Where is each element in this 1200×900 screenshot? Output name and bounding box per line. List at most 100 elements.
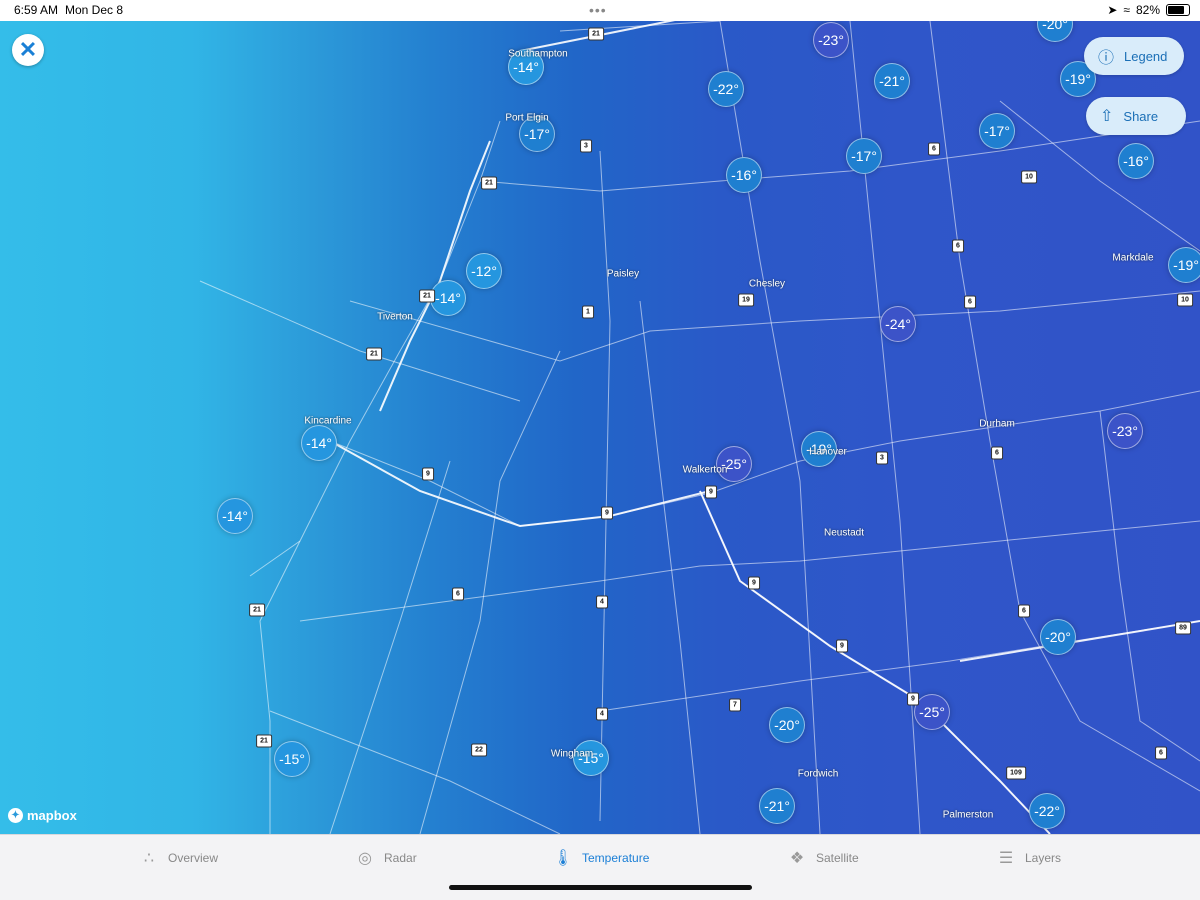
tab-layers[interactable]: ☰ Layers [995, 847, 1061, 869]
temperature-marker[interactable]: -23° [813, 22, 849, 58]
highway-shield: 7 [729, 698, 741, 712]
highway-shield: 21 [366, 347, 382, 361]
close-button[interactable]: ✕ [12, 34, 44, 66]
temperature-marker[interactable]: -20° [1040, 619, 1076, 655]
town-label: Tiverton [377, 311, 413, 323]
highway-shield: 4 [596, 595, 608, 609]
battery-percent: 82% [1135, 3, 1160, 17]
overview-icon: ∴ [143, 850, 155, 867]
layers-icon: ☰ [998, 850, 1014, 867]
highway-shield: 6 [928, 142, 940, 156]
town-label: Walkerton [682, 464, 728, 476]
tab-bar: ∴ Overview ◎ Radar 🌡 Temperature ❖ Satel… [0, 834, 1200, 900]
temperature-map[interactable]: -14° -17° -23° -22° -21° -20° -19° -17° -16° -17°… [0, 21, 1200, 834]
close-icon: ✕ [18, 37, 38, 62]
temperature-marker[interactable]: -20° [769, 707, 805, 743]
highway-shield: 6 [452, 587, 464, 601]
highway-shield: 21 [481, 176, 497, 190]
highway-shield: 4 [596, 707, 608, 721]
town-label: Wingham [550, 748, 594, 760]
mapbox-attribution[interactable]: ✦ mapbox [8, 808, 77, 823]
legend-label: Legend [1124, 48, 1168, 64]
highway-shield: 109 [1006, 766, 1026, 780]
highway-shield: 22 [471, 743, 487, 757]
highway-shield: 9 [422, 467, 434, 481]
tab-overview[interactable]: ∴ Overview [138, 847, 218, 869]
highway-shield: 10 [1177, 293, 1193, 307]
town-label: Paisley [606, 268, 640, 280]
highway-shield: 9 [836, 639, 848, 653]
highway-shield: 3 [580, 139, 592, 153]
temperature-marker[interactable]: -14° [217, 498, 253, 534]
town-label: Fordwich [797, 768, 839, 780]
temperature-marker[interactable]: -22° [708, 71, 744, 107]
temperature-marker[interactable]: -14° [430, 280, 466, 316]
town-label: Hanover [809, 446, 847, 458]
temperature-marker[interactable]: -22° [1029, 793, 1065, 829]
highway-shield: 3 [876, 451, 888, 465]
highway-shield: 9 [601, 506, 613, 520]
tab-radar-label: Radar [384, 851, 417, 865]
tab-satellite[interactable]: ❖ Satellite [786, 847, 859, 869]
tab-layers-label: Layers [1025, 851, 1062, 865]
wifi-icon: ≈ [1123, 3, 1130, 17]
town-label: Southampton [508, 48, 568, 60]
temperature-marker[interactable]: -16° [726, 157, 762, 193]
temperature-marker[interactable]: -21° [874, 63, 910, 99]
temperature-marker[interactable]: -24° [880, 306, 916, 342]
highway-shield: 6 [1018, 604, 1030, 618]
mapbox-logo-icon: ✦ [8, 808, 23, 823]
highway-shield: 6 [1155, 746, 1167, 760]
home-indicator[interactable] [449, 885, 752, 890]
highway-shield: 9 [705, 485, 717, 499]
town-label: Port Elgin [505, 112, 549, 124]
tab-overview-label: Overview [168, 851, 219, 865]
highway-shield: 1 [582, 305, 594, 319]
status-time: 6:59 AM [14, 3, 59, 17]
highway-shield: 21 [588, 27, 604, 41]
temperature-marker[interactable]: -25° [914, 694, 950, 730]
battery-icon [1166, 4, 1190, 16]
temperature-marker[interactable]: -21° [759, 788, 795, 824]
legend-button[interactable]: ⓘ Legend [1084, 37, 1184, 75]
highway-shield: 9 [907, 692, 919, 706]
tab-satellite-label: Satellite [816, 851, 859, 865]
info-icon: ⓘ [1098, 50, 1115, 67]
temperature-marker[interactable]: -17° [979, 113, 1015, 149]
temperature-marker[interactable]: -17° [846, 138, 882, 174]
highway-shield: 21 [249, 603, 265, 617]
tab-temperature[interactable]: 🌡 Temperature [552, 847, 650, 869]
thermometer-icon: 🌡 [552, 850, 574, 867]
town-label: Palmerston [942, 809, 994, 821]
highway-shield: 19 [738, 293, 754, 307]
highway-shield: 21 [256, 734, 272, 748]
highway-shield: 21 [419, 289, 435, 303]
town-label: Durham [979, 418, 1015, 430]
status-indicators: ➤ ≈ 82% [1107, 3, 1190, 17]
tab-temperature-label: Temperature [582, 851, 650, 865]
status-bar: 6:59 AM Mon Dec 8 ••• ➤ ≈ 82% [0, 0, 1200, 21]
temperature-marker[interactable]: -19° [1168, 247, 1200, 283]
temperature-marker[interactable]: -12° [466, 253, 502, 289]
location-icon: ➤ [1107, 3, 1118, 17]
temperature-marker[interactable]: -23° [1107, 413, 1143, 449]
temperature-marker[interactable]: -15° [274, 741, 310, 777]
highway-shield: 6 [952, 239, 964, 253]
highway-shield: 89 [1175, 621, 1191, 635]
multitasking-dots[interactable]: ••• [589, 2, 607, 18]
temperature-marker[interactable]: -14° [301, 425, 337, 461]
town-label: Kincardine [304, 415, 352, 427]
town-label: Neustadt [823, 527, 865, 539]
radar-icon: ◎ [358, 850, 372, 867]
share-icon: ⇧ [1100, 108, 1114, 125]
satellite-icon: ❖ [789, 850, 805, 867]
highway-shield: 6 [991, 446, 1003, 460]
share-button[interactable]: ⇧ Share [1086, 97, 1186, 135]
town-label: Markdale [1112, 252, 1154, 264]
highway-shield: 10 [1021, 170, 1037, 184]
highway-shield: 6 [964, 295, 976, 309]
status-date: Mon Dec 8 [65, 3, 124, 17]
share-label: Share [1123, 108, 1159, 124]
tab-radar[interactable]: ◎ Radar [354, 847, 417, 869]
temperature-marker[interactable]: -16° [1118, 143, 1154, 179]
